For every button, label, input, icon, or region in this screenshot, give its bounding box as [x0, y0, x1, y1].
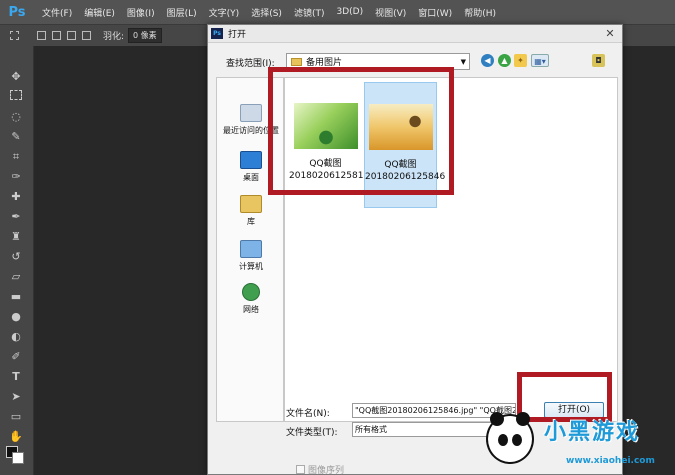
history-brush-tool-icon[interactable]: ↺: [8, 250, 24, 264]
image-sequence-label: 图像序列: [308, 466, 345, 475]
menu-help[interactable]: 帮助(H): [464, 6, 496, 19]
feather-input[interactable]: 0 像素: [128, 28, 162, 43]
healing-brush-tool-icon[interactable]: ✚: [8, 190, 24, 204]
menu-filter[interactable]: 滤镜(T): [294, 6, 325, 19]
menu-window[interactable]: 窗口(W): [418, 6, 452, 19]
menu-image[interactable]: 图像(I): [127, 6, 155, 19]
new-selection-icon[interactable]: [37, 31, 46, 40]
background-color-swatch[interactable]: [12, 452, 24, 464]
watermark-url: www.xiaohei.com: [566, 456, 655, 466]
hand-tool-icon[interactable]: ✋: [8, 430, 24, 444]
filetype-label: 文件类型(T):: [286, 428, 338, 438]
place-library-label: 库: [247, 217, 255, 226]
ps-app-icon: Ps: [211, 28, 223, 39]
folder-icon: [291, 57, 302, 66]
brush-tool-icon[interactable]: ✒: [8, 210, 24, 224]
path-select-tool-icon[interactable]: ➤: [8, 390, 24, 404]
rectangle-tool-icon[interactable]: ▭: [8, 410, 24, 424]
network-icon: [242, 283, 260, 301]
pen-tool-icon[interactable]: ✐: [8, 350, 24, 364]
filename-label: 文件名(N):: [286, 409, 330, 419]
image-sequence-checkbox[interactable]: 图像序列: [296, 463, 344, 475]
place-network-label: 网络: [243, 305, 259, 314]
menu-3d[interactable]: 3D(D): [336, 7, 363, 17]
intersect-selection-icon[interactable]: [82, 31, 91, 40]
place-computer[interactable]: 计算机: [217, 240, 285, 272]
add-selection-icon[interactable]: [52, 31, 61, 40]
chevron-down-icon: ▼: [460, 57, 466, 66]
menu-layer[interactable]: 图层(L): [167, 6, 197, 19]
highlight-box-thumbnails: [268, 67, 454, 195]
place-network[interactable]: 网络: [217, 283, 285, 315]
watermark: 小黑游戏 www.xiaohei.com: [478, 408, 675, 475]
menu-type[interactable]: 文字(Y): [209, 6, 240, 19]
dodge-tool-icon[interactable]: ◐: [8, 330, 24, 344]
menu-bar: Ps 文件(F) 编辑(E) 图像(I) 图层(L) 文字(Y) 选择(S) 滤…: [0, 0, 675, 24]
watermark-title: 小黑游戏: [544, 420, 641, 445]
close-icon[interactable]: ✕: [602, 27, 618, 41]
recent-places-icon: [240, 104, 262, 122]
clone-stamp-tool-icon[interactable]: ♜: [8, 230, 24, 244]
crop-tool-icon[interactable]: ⌗: [8, 150, 24, 164]
photoshop-logo: Ps: [8, 4, 26, 20]
dialog-titlebar: Ps 打开 ✕: [208, 25, 622, 43]
up-folder-icon[interactable]: ▲: [498, 54, 511, 67]
place-desktop-label: 桌面: [243, 173, 259, 182]
move-tool-icon[interactable]: ✥: [8, 70, 24, 84]
place-computer-label: 计算机: [239, 262, 263, 271]
place-library[interactable]: 库: [217, 195, 285, 227]
checkbox-icon: [296, 465, 305, 474]
lasso-tool-icon[interactable]: ◌: [8, 110, 24, 124]
preview-icon[interactable]: ◘: [592, 54, 605, 67]
menu-view[interactable]: 视图(V): [375, 6, 406, 19]
dialog-title: 打开: [228, 30, 247, 40]
back-icon[interactable]: ◀: [481, 54, 494, 67]
blur-tool-icon[interactable]: ●: [8, 310, 24, 324]
eyedropper-tool-icon[interactable]: ✑: [8, 170, 24, 184]
quick-select-tool-icon[interactable]: ✎: [8, 130, 24, 144]
tools-panel: ✥ ◌ ✎ ⌗ ✑ ✚ ✒ ♜ ↺ ▱ ▬ ● ◐ ✐ T ➤ ▭ ✋ ⌕: [0, 46, 34, 475]
eraser-tool-icon[interactable]: ▱: [8, 270, 24, 284]
subtract-selection-icon[interactable]: [67, 31, 76, 40]
desktop-icon: [240, 151, 262, 169]
menu-file[interactable]: 文件(F): [42, 6, 72, 19]
menu-select[interactable]: 选择(S): [251, 6, 282, 19]
computer-icon: [240, 240, 262, 258]
marquee-preset-icon[interactable]: [10, 31, 19, 40]
gradient-tool-icon[interactable]: ▬: [8, 290, 24, 304]
new-folder-icon[interactable]: ✦: [514, 54, 527, 67]
view-menu-icon[interactable]: ▦▾: [531, 54, 549, 67]
feather-label: 羽化:: [103, 32, 125, 42]
type-tool-icon[interactable]: T: [8, 370, 24, 384]
menu-edit[interactable]: 编辑(E): [84, 6, 115, 19]
marquee-tool-icon[interactable]: [10, 90, 22, 100]
library-icon: [240, 195, 262, 213]
panda-logo-icon: [486, 412, 534, 464]
